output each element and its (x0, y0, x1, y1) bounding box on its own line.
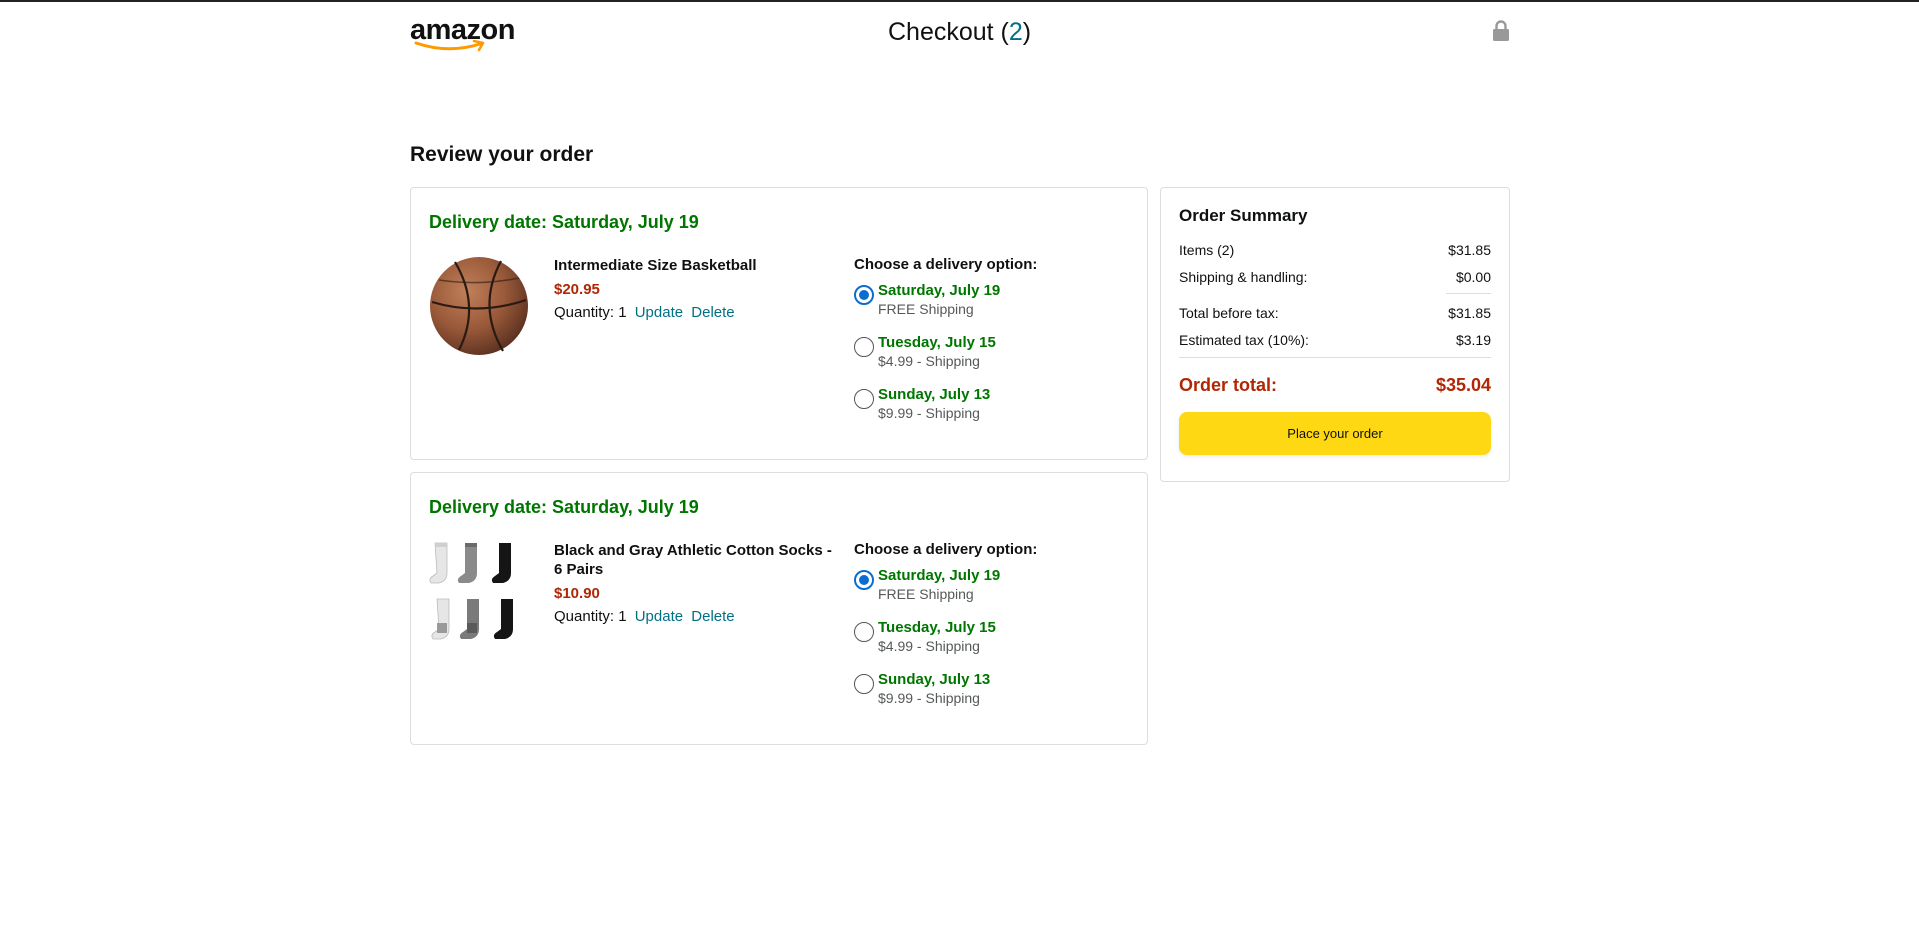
radio-button[interactable] (854, 570, 874, 590)
delivery-option-sunday[interactable]: Sunday, July 13 $9.99 - Shipping (854, 385, 1134, 437)
delivery-options-title: Choose a delivery option: (854, 256, 1038, 273)
option-date: Sunday, July 13 (878, 386, 991, 403)
delivery-date: Delivery date: Saturday, July 19 (429, 212, 699, 232)
option-price: $4.99 - Shipping (878, 638, 980, 654)
delivery-option-tuesday[interactable]: Tuesday, July 15 $4.99 - Shipping (854, 618, 1134, 670)
radio-button[interactable] (854, 622, 874, 642)
delete-item-link[interactable]: Delete (691, 608, 734, 625)
option-date: Tuesday, July 15 (878, 619, 996, 636)
option-price: $9.99 - Shipping (878, 405, 980, 421)
tax-row: Estimated tax (10%): $3.19 (1179, 326, 1491, 353)
option-date: Saturday, July 19 (878, 567, 1001, 584)
option-price: FREE Shipping (878, 586, 974, 602)
quantity-row: Quantity: 1 Update Delete (554, 608, 834, 625)
shipment-card: Delivery date: Saturday, July 19 Interme… (410, 187, 1148, 460)
update-quantity-link[interactable]: Update (635, 608, 683, 625)
quantity-label: Quantity: 1 (554, 608, 627, 625)
delivery-option-sunday[interactable]: Sunday, July 13 $9.99 - Shipping (854, 670, 1134, 722)
radio-button[interactable] (854, 285, 874, 305)
checkout-close-paren: ) (1022, 18, 1032, 46)
delivery-date: Delivery date: Saturday, July 19 (429, 497, 699, 517)
delivery-options-title: Choose a delivery option: (854, 541, 1038, 558)
product-info: Black and Gray Athletic Cotton Socks - 6… (554, 541, 834, 625)
basketball-image (429, 256, 529, 356)
subtotal-divider (1446, 293, 1491, 294)
shipment-card: Delivery date: Saturday, July 19 Black a… (410, 472, 1148, 745)
delivery-option-saturday[interactable]: Saturday, July 19 FREE Shipping (854, 281, 1134, 333)
socks-image (429, 541, 529, 641)
shipping-label: Shipping & handling: (1179, 268, 1308, 285)
items-label: Items (2) (1179, 241, 1235, 258)
tax-label: Estimated tax (10%): (1179, 331, 1309, 348)
radio-button[interactable] (854, 674, 874, 694)
option-price: $4.99 - Shipping (878, 353, 980, 369)
before-tax-row: Total before tax: $31.85 (1179, 299, 1491, 326)
product-name: Black and Gray Athletic Cotton Socks - 6… (554, 542, 832, 578)
product-info: Intermediate Size Basketball $20.95 Quan… (554, 256, 834, 321)
checkout-label: Checkout ( (888, 18, 1009, 46)
radio-button[interactable] (854, 389, 874, 409)
option-price: FREE Shipping (878, 301, 974, 317)
total-divider (1179, 357, 1491, 358)
radio-button[interactable] (854, 337, 874, 357)
option-date: Saturday, July 19 (878, 282, 1001, 299)
option-date: Sunday, July 13 (878, 671, 991, 688)
order-total-row: Order total: $35.04 (1179, 368, 1491, 402)
checkout-header: amazon Checkout (2) (410, 2, 1510, 64)
delivery-options: Choose a delivery option: Saturday, July… (854, 541, 1134, 722)
delete-item-link[interactable]: Delete (691, 304, 734, 321)
items-value: $31.85 (1448, 241, 1491, 258)
items-row: Items (2) $31.85 (1179, 236, 1491, 263)
order-summary-title: Order Summary (1179, 206, 1308, 225)
product-price: $20.95 (554, 281, 600, 298)
delivery-options: Choose a delivery option: Saturday, July… (854, 256, 1134, 437)
option-date: Tuesday, July 15 (878, 334, 996, 351)
option-price: $9.99 - Shipping (878, 690, 980, 706)
quantity-label: Quantity: 1 (554, 304, 627, 321)
place-order-button[interactable]: Place your order (1179, 412, 1491, 455)
tax-value: $3.19 (1455, 331, 1491, 348)
quantity-row: Quantity: 1 Update Delete (554, 304, 834, 321)
update-quantity-link[interactable]: Update (635, 304, 683, 321)
smile-arrow-icon (414, 40, 485, 52)
lock-icon (1492, 20, 1510, 47)
order-total-value: $35.04 (1435, 374, 1491, 395)
shipping-row: Shipping & handling: $0.00 (1179, 263, 1491, 290)
before-tax-label: Total before tax: (1179, 304, 1279, 321)
delivery-option-saturday[interactable]: Saturday, July 19 FREE Shipping (854, 566, 1134, 618)
checkout-title: Checkout (2) (888, 18, 1031, 47)
checkout-item-count[interactable]: 2 (1009, 18, 1023, 46)
page-title: Review your order (410, 143, 594, 166)
amazon-logo[interactable]: amazon (410, 16, 515, 54)
shipping-value: $0.00 (1455, 268, 1491, 285)
product-price: $10.90 (554, 585, 600, 602)
delivery-option-tuesday[interactable]: Tuesday, July 15 $4.99 - Shipping (854, 333, 1134, 385)
product-name: Intermediate Size Basketball (554, 257, 757, 274)
order-total-label: Order total: (1179, 374, 1278, 395)
before-tax-value: $31.85 (1448, 304, 1491, 321)
order-summary: Order Summary Items (2) $31.85 Shipping … (1160, 187, 1510, 482)
